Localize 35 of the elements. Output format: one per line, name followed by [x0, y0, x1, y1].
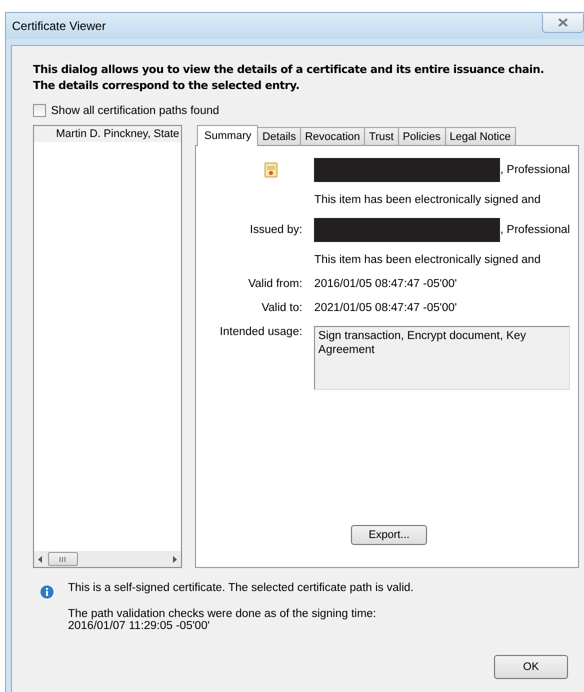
scroll-thumb[interactable]: [48, 552, 78, 566]
window-title: Certificate Viewer: [12, 19, 106, 33]
checkbox[interactable]: [33, 104, 46, 117]
field-value: 2016/01/05 08:47:47 -05'00': [314, 278, 458, 290]
tab[interactable]: Policies: [398, 127, 446, 145]
ok-button[interactable]: OK: [494, 655, 568, 679]
certificate-icon: [264, 162, 278, 178]
validation-note: The path validation checks were done as of the signing time:: [68, 608, 378, 620]
horizontal-scrollbar[interactable]: [34, 551, 182, 567]
field-label: Valid from:: [247, 278, 302, 290]
scroll-right-icon[interactable]: [173, 556, 178, 562]
tab[interactable]: Revocation: [300, 127, 366, 145]
field-label: Intended usage:: [218, 326, 302, 338]
info-icon: [40, 585, 54, 599]
tab[interactable]: Summary: [197, 125, 258, 146]
field-label: Valid to:: [260, 302, 302, 314]
chain-item[interactable]: Martin D. Pinckney, State: [34, 126, 182, 142]
status-message: This is a self-signed certificate. The selected certificate path is valid.: [68, 582, 414, 594]
tab[interactable]: Details: [257, 127, 301, 145]
scroll-left-icon[interactable]: [38, 556, 42, 562]
validation-time: 2016/01/07 11:29:05 -05'00': [68, 620, 211, 632]
usage-field[interactable]: Sign transaction, Encrypt document, Key Agreement: [314, 326, 570, 390]
field-value: 2021/01/05 08:47:47 -05'00': [314, 302, 458, 314]
tab[interactable]: Legal Notice: [444, 127, 516, 145]
certificate-name: , Professional: [500, 164, 570, 176]
signature-note: This item has been electronically signed and: [314, 194, 542, 206]
intro-text: This dialog allows you to view the details of a certificate and its entire issuance chain. The details correspond to the selected entry.: [33, 62, 546, 94]
close-icon: [558, 18, 568, 27]
tab[interactable]: Trust: [364, 127, 399, 145]
certificate-name: , Professional: [500, 224, 570, 236]
field-label: Issued by:: [248, 224, 302, 236]
signature-note: This item has been electronically signed and: [314, 254, 542, 266]
checkbox-label: Show all certification paths found: [51, 104, 220, 116]
export-button[interactable]: Export...: [351, 525, 428, 545]
close-button[interactable]: [542, 14, 584, 32]
